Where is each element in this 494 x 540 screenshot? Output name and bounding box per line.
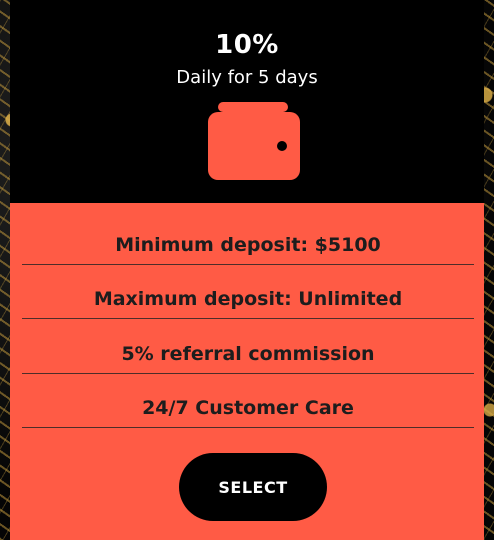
feature-referral-commission: 5% referral commission [121, 343, 375, 365]
divider [22, 427, 474, 428]
divider [22, 264, 474, 265]
plan-card-header: 10% Daily for 5 days [10, 0, 484, 203]
divider [22, 318, 474, 319]
plan-duration: Daily for 5 days [176, 67, 318, 88]
feature-customer-care: 24/7 Customer Care [142, 397, 354, 419]
plan-card-details: Minimum deposit: $5100 Maximum deposit: … [10, 203, 484, 540]
wallet-icon [208, 102, 300, 180]
divider [22, 373, 474, 374]
plan-rate: 10% [215, 30, 279, 60]
feature-min-deposit: Minimum deposit: $5100 [115, 234, 381, 256]
select-button[interactable]: SELECT [179, 453, 327, 521]
plan-card: 10% Daily for 5 days Minimum deposit: $5… [10, 0, 484, 540]
feature-max-deposit: Maximum deposit: Unlimited [93, 288, 403, 310]
